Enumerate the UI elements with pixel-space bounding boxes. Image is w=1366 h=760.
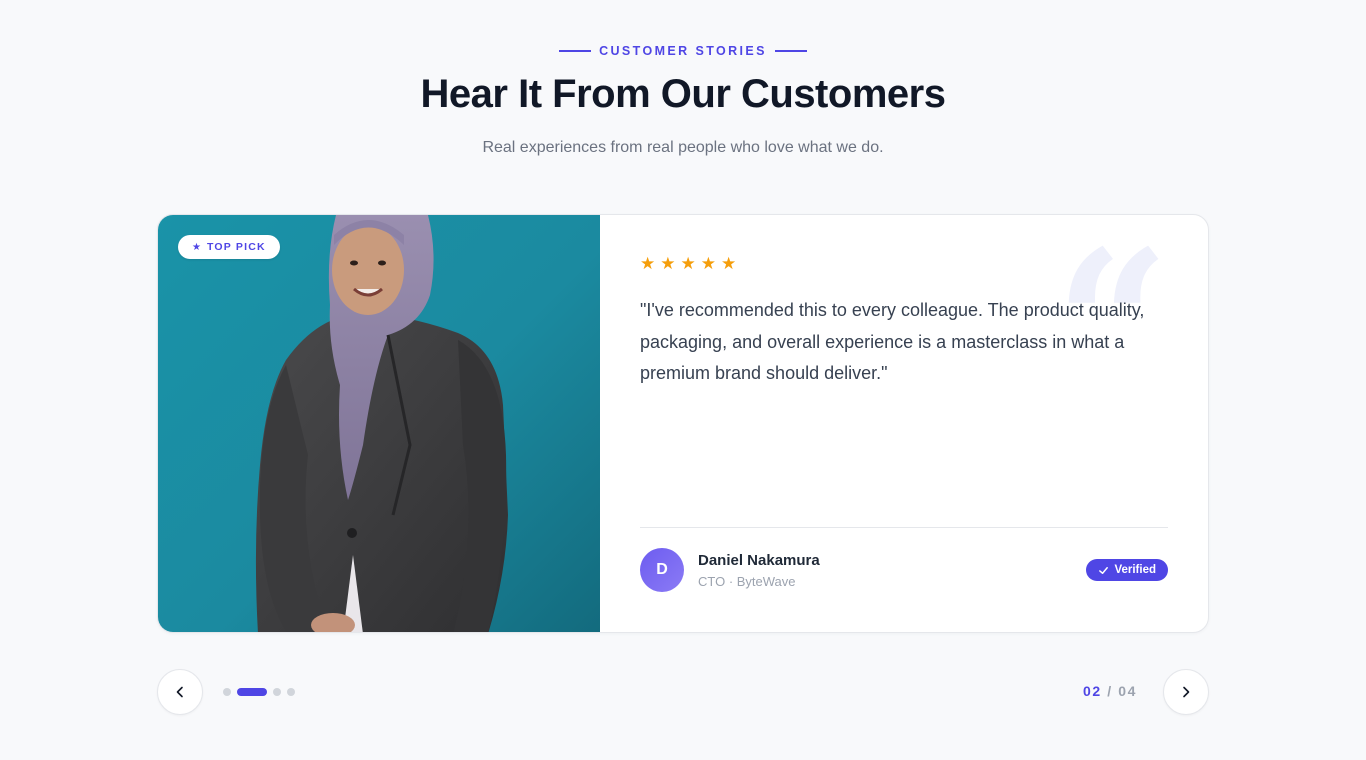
star-icon: ★	[640, 254, 656, 273]
next-button[interactable]	[1163, 669, 1209, 715]
author-row: D Daniel Nakamura CTO · ByteWave Verifie…	[640, 548, 1168, 592]
counter-separator: /	[1107, 683, 1113, 699]
customer-photo: ★ TOP PICK	[158, 215, 600, 632]
verified-badge: Verified	[1086, 559, 1168, 581]
chevron-right-icon	[1183, 686, 1190, 698]
section-title: Hear It From Our Customers	[420, 72, 946, 116]
pagination-dots	[223, 688, 295, 696]
pagination-dot[interactable]	[287, 688, 295, 696]
star-icon: ★	[721, 254, 737, 273]
divider	[640, 527, 1168, 528]
chevron-left-icon	[176, 686, 183, 698]
verified-label: Verified	[1114, 564, 1156, 576]
author-role: CTO · ByteWave	[698, 573, 796, 589]
star-icon: ★	[680, 254, 696, 273]
star-icon: ★	[192, 241, 201, 253]
star-icon: ★	[660, 254, 676, 273]
pagination-dot[interactable]	[223, 688, 231, 696]
pagination-dot[interactable]	[237, 688, 267, 696]
section-subtitle: Real experiences from real people who lo…	[482, 139, 884, 156]
check-icon	[1099, 566, 1109, 574]
testimonial-content: “ ★ ★ ★ ★ ★ "I've recommended this to every …	[600, 215, 1208, 632]
slide-counter: 02 / 04	[1083, 683, 1137, 699]
current-slide: 02	[1083, 683, 1102, 699]
author-name: Daniel Nakamura	[698, 551, 820, 569]
total-slides: 04	[1118, 683, 1138, 699]
eyebrow-line-left	[559, 50, 592, 52]
top-pick-badge: ★ TOP PICK	[178, 235, 280, 259]
eyebrow-label: CUSTOMER STORIES	[599, 44, 767, 58]
previous-button[interactable]	[157, 669, 203, 715]
avatar: D	[640, 548, 684, 592]
badge-label: TOP PICK	[206, 241, 266, 253]
testimonial-card: ★ TOP PICK “ ★ ★ ★ ★ ★ "I've recommended thi…	[157, 214, 1209, 633]
testimonial-quote: "I've recommended this to every colleagu…	[640, 300, 1145, 383]
star-icon: ★	[700, 254, 716, 273]
star-rating: ★ ★ ★ ★ ★	[640, 255, 1168, 273]
pagination-dot[interactable]	[273, 688, 281, 696]
customer-photo-illustration	[255, 215, 508, 632]
author-info: Daniel Nakamura CTO · ByteWave	[698, 552, 820, 589]
eyebrow-line-right	[774, 50, 807, 52]
section-eyebrow: CUSTOMER STORIES	[0, 44, 1366, 58]
